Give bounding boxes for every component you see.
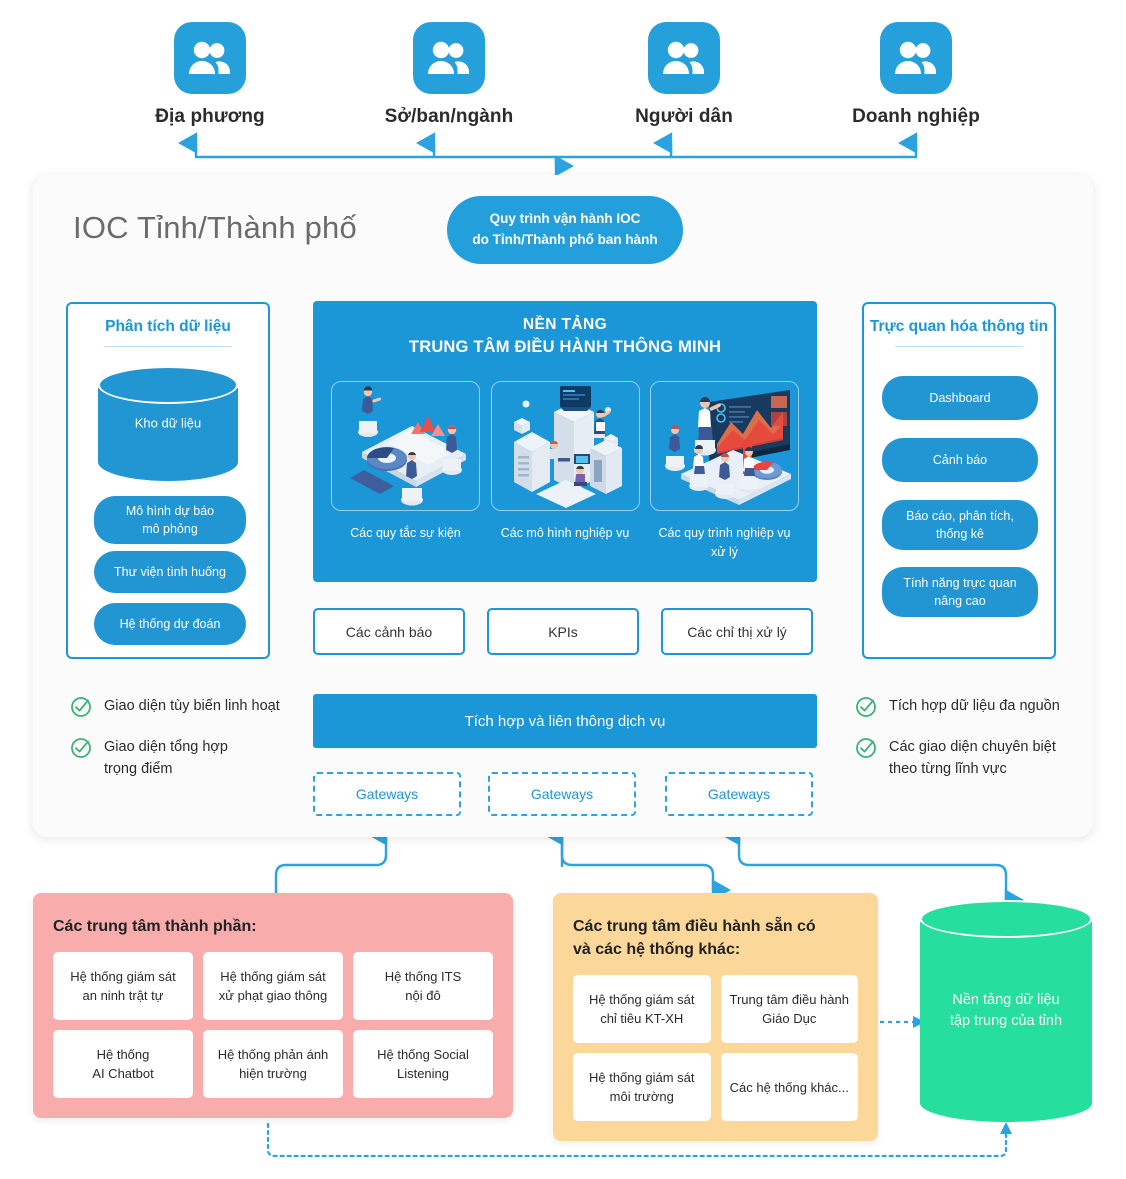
isometric-presentation-screen-illustration xyxy=(650,381,799,511)
component-cell[interactable]: Hệ thống phản ánh hiện trường xyxy=(203,1030,343,1099)
check-circle-icon xyxy=(70,696,92,723)
component-cell[interactable]: Hệ thống giám sát an ninh trật tự xyxy=(53,952,193,1021)
visualization-panel: Trực quan hóa thông tin Dashboard Cảnh b… xyxy=(862,302,1056,659)
right-feature-0: Tích hợp dữ liệu đa nguồn xyxy=(855,696,1060,723)
analysis-panel: Phân tích dữ liệu Kho dữ liệu Mô hình dự… xyxy=(66,302,270,659)
platform-card-caption: Các quy tắc sự kiện xyxy=(350,526,461,540)
component-cell[interactable]: Hệ thống AI Chatbot xyxy=(53,1030,193,1099)
left-feature-0: Giao diện tùy biến linh hoạt xyxy=(70,696,280,723)
component-cell[interactable]: Hệ thống giám sát xử phạt giao thông xyxy=(203,952,343,1021)
visualization-panel-title: Trực quan hóa thông tin xyxy=(869,318,1049,335)
existing-centers-grid: Hệ thống giám sát chỉ tiêu KT-XH Trung t… xyxy=(573,975,858,1122)
platform-box: NỀN TẢNG TRUNG TÂM ĐIỀU HÀNH THÔNG MINH xyxy=(313,301,817,582)
audience-label: Doanh nghiệp xyxy=(852,106,980,127)
people-group-icon xyxy=(174,22,246,94)
isometric-analytics-dashboard-illustration xyxy=(331,381,480,511)
people-group-icon xyxy=(413,22,485,94)
visualization-item-1[interactable]: Cảnh báo xyxy=(882,438,1038,482)
people-group-icon xyxy=(648,22,720,94)
audience-item-3[interactable]: Doanh nghiệp xyxy=(836,22,996,128)
existing-center-cell[interactable]: Hệ thống giám sát chỉ tiêu KT-XH xyxy=(573,975,711,1044)
people-group-icon xyxy=(880,22,952,94)
central-data-platform-cylinder: Nền tảng dữ liệu tập trung của tỉnh xyxy=(920,900,1092,1122)
audience-item-0[interactable]: Địa phương xyxy=(130,22,290,128)
analysis-item-label: Hệ thống dự đoán xyxy=(119,616,221,631)
visualization-item-label: Báo cáo, phân tích, thống kê xyxy=(906,508,1014,541)
platform-card-caption: Các quy trình nghiệp vụ xử lý xyxy=(658,526,791,559)
check-circle-icon xyxy=(855,696,877,723)
divider xyxy=(895,346,1023,347)
component-cell[interactable]: Hệ thống Social Listening xyxy=(353,1030,493,1099)
output-box-label: Các cảnh báo xyxy=(345,623,433,640)
central-data-platform-label: Nền tảng dữ liệu tập trung của tỉnh xyxy=(949,991,1063,1029)
data-warehouse-cylinder: Kho dữ liệu xyxy=(98,366,238,481)
analysis-item-1[interactable]: Thư viện tình huống xyxy=(94,551,246,593)
components-grid: Hệ thống giám sát an ninh trật tự Hệ thố… xyxy=(53,952,493,1099)
existing-center-cell[interactable]: Các hệ thống khác... xyxy=(720,1053,858,1122)
audience-label: Sở/ban/ngành xyxy=(384,106,514,127)
left-feature-label: Giao diện tùy biến linh hoạt xyxy=(104,698,280,714)
existing-centers-group-title: Các trung tâm điều hành sẵn có và các hệ… xyxy=(573,918,816,959)
left-feature-label: Giao diện tổng hợp trọng điểm xyxy=(104,739,228,777)
output-box-label: Các chỉ thị xử lý xyxy=(687,623,787,640)
check-circle-icon xyxy=(855,737,877,764)
integration-label: Tích hợp và liên thông dịch vụ xyxy=(464,712,666,730)
audience-item-1[interactable]: Sở/ban/ngành xyxy=(369,22,529,128)
process-pill-line2: do Tỉnh/Thành phố ban hành xyxy=(472,232,658,247)
page-title: IOC Tỉnh/Thành phố xyxy=(73,210,357,245)
gateway-box-0[interactable]: Gateways xyxy=(313,772,461,816)
integration-bar: Tích hợp và liên thông dịch vụ xyxy=(313,694,817,748)
existing-centers-group: Các trung tâm điều hành sẵn có và các hệ… xyxy=(553,893,878,1142)
right-feature-label: Tích hợp dữ liệu đa nguồn xyxy=(889,698,1060,714)
platform-title: NỀN TẢNG TRUNG TÂM ĐIỀU HÀNH THÔNG MINH xyxy=(313,301,817,360)
check-circle-icon xyxy=(70,737,92,764)
isometric-city-buildings-illustration xyxy=(490,381,640,511)
analysis-item-label: Mô hình dự báo mô phỏng xyxy=(125,503,215,536)
existing-center-cell[interactable]: Hệ thống giám sát môi trường xyxy=(573,1053,711,1122)
gateway-box-1[interactable]: Gateways xyxy=(488,772,636,816)
output-box-0[interactable]: Các cảnh báo xyxy=(313,608,465,655)
left-feature-1: Giao diện tổng hợp trọng điểm xyxy=(70,737,228,781)
platform-card-1[interactable]: Các mô hình nghiệp vụ xyxy=(490,381,640,562)
analysis-item-2[interactable]: Hệ thống dự đoán xyxy=(94,603,246,645)
right-feature-label: Các giao diện chuyên biệt theo từng lĩnh… xyxy=(889,739,1056,777)
analysis-panel-title: Phân tích dữ liệu xyxy=(105,318,231,335)
components-group-title: Các trung tâm thành phần: xyxy=(53,918,257,935)
components-group: Các trung tâm thành phần: Hệ thống giám … xyxy=(33,893,513,1119)
output-box-2[interactable]: Các chỉ thị xử lý xyxy=(661,608,813,655)
visualization-item-0[interactable]: Dashboard xyxy=(882,376,1038,420)
platform-card-0[interactable]: Các quy tắc sự kiện xyxy=(331,381,480,562)
visualization-item-label: Cảnh báo xyxy=(932,452,988,467)
visualization-item-3[interactable]: Tính năng trực quan nâng cao xyxy=(882,567,1038,617)
audience-item-2[interactable]: Người dân xyxy=(604,22,764,128)
audience-label: Địa phương xyxy=(155,106,265,127)
platform-card-2[interactable]: Các quy trình nghiệp vụ xử lý xyxy=(650,381,799,562)
divider xyxy=(104,346,232,347)
gateway-label: Gateways xyxy=(707,786,771,802)
right-feature-1: Các giao diện chuyên biệt theo từng lĩnh… xyxy=(855,737,1056,781)
output-box-1[interactable]: KPIs xyxy=(487,608,639,655)
gateway-label: Gateways xyxy=(355,786,419,802)
output-box-label: KPIs xyxy=(548,623,578,640)
analysis-item-label: Thư viện tình huống xyxy=(114,564,226,579)
audience-label: Người dân xyxy=(635,106,733,127)
component-cell[interactable]: Hệ thống ITS nội đô xyxy=(353,952,493,1021)
data-warehouse-label: Kho dữ liệu xyxy=(134,415,202,431)
analysis-item-0[interactable]: Mô hình dự báo mô phỏng xyxy=(94,496,246,544)
gateway-box-2[interactable]: Gateways xyxy=(665,772,813,816)
existing-center-cell[interactable]: Trung tâm điều hành Giáo Dục xyxy=(720,975,858,1044)
visualization-item-2[interactable]: Báo cáo, phân tích, thống kê xyxy=(882,500,1038,550)
platform-title-line2: TRUNG TÂM ĐIỀU HÀNH THÔNG MINH xyxy=(408,338,722,357)
gateway-label: Gateways xyxy=(530,786,594,802)
platform-title-line1: NỀN TẢNG xyxy=(522,316,608,333)
platform-card-caption: Các mô hình nghiệp vụ xyxy=(500,526,630,540)
diagram-root: Địa phương Sở/ban/ngành Người dân Doanh … xyxy=(0,0,1126,1179)
cylinder-top xyxy=(98,366,238,404)
process-pill-line1: Quy trình vận hành IOC xyxy=(489,211,641,227)
visualization-item-label: Tính năng trực quan nâng cao xyxy=(903,575,1017,608)
cylinder-top xyxy=(920,900,1092,938)
visualization-item-label: Dashboard xyxy=(929,390,991,405)
platform-cards: Các quy tắc sự kiện Các mô hình nghiệp v… xyxy=(331,381,799,562)
process-pill: Quy trình vận hành IOC do Tỉnh/Thành phố… xyxy=(447,196,683,264)
